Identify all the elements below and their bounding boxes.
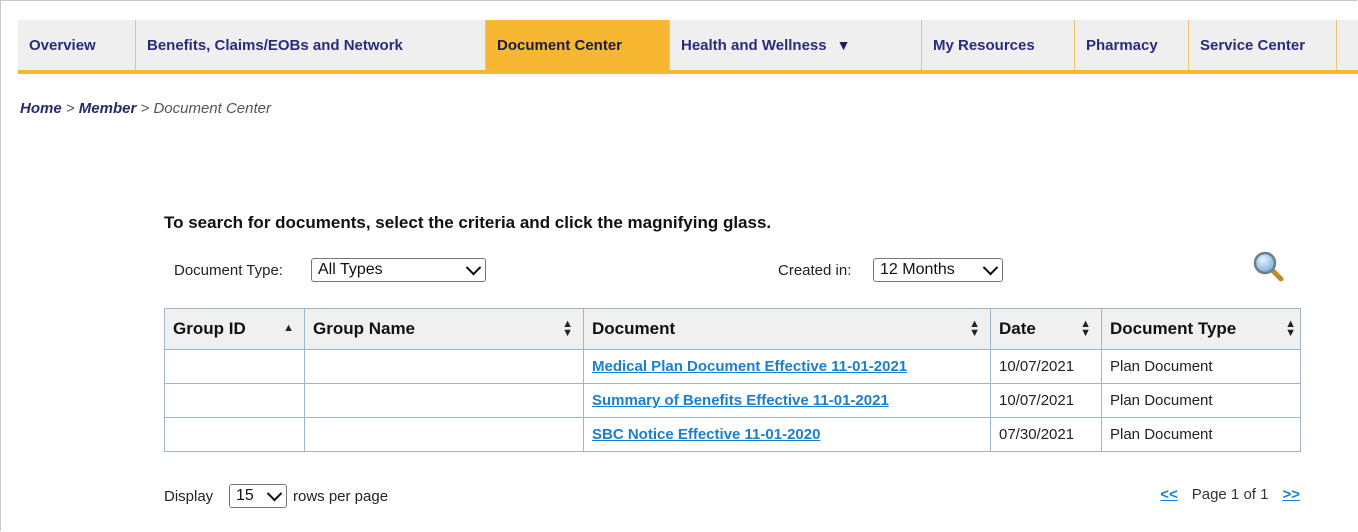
cell-group-name [304, 417, 584, 452]
column-header-document-type[interactable]: Document Type ▲ ▼ [1101, 308, 1301, 350]
cell-group-name [304, 349, 584, 384]
breadcrumb-member-link[interactable]: Member [79, 100, 137, 117]
cell-document-type: Plan Document [1101, 417, 1301, 452]
breadcrumb-current: Document Center [153, 100, 271, 117]
pagination: << Page 1 of 1 >> [1160, 486, 1300, 503]
nav-my-resources[interactable]: My Resources [922, 20, 1075, 70]
created-in-select[interactable]: 12 Months [873, 258, 1003, 282]
document-type-value: All Types [318, 261, 383, 278]
sort-icon: ▲ ▼ [1080, 318, 1091, 339]
document-link[interactable]: Medical Plan Document Effective 11-01-20… [592, 358, 907, 375]
cell-date: 10/07/2021 [990, 349, 1102, 384]
main-nav: Overview Benefits, Claims/EOBs and Netwo… [18, 20, 1358, 74]
cell-group-id [164, 349, 305, 384]
sort-ascending-icon: ▲ [283, 322, 294, 334]
sort-icon: ▲ ▼ [562, 318, 573, 339]
search-instructions: To search for documents, select the crit… [164, 213, 772, 232]
chevron-down-icon [982, 259, 999, 275]
cell-group-id [164, 417, 305, 452]
cell-document-type: Plan Document [1101, 349, 1301, 384]
cell-document: Summary of Benefits Effective 11-01-2021 [583, 383, 991, 418]
header-label: Document [592, 319, 676, 338]
rows-per-page-label: rows per page [293, 488, 389, 505]
documents-table: Group ID ▲ Group Name ▲ ▼ Document ▲ ▼ Date ▲ ▼… [164, 308, 1301, 452]
cell-date: 07/30/2021 [990, 417, 1102, 452]
column-header-group-id[interactable]: Group ID ▲ [164, 308, 305, 350]
nav-label: Pharmacy [1086, 36, 1158, 54]
nav-label: Overview [29, 36, 96, 54]
nav-label: Service Center [1200, 36, 1306, 54]
previous-page-link[interactable]: << [1160, 486, 1178, 503]
cell-group-name [304, 383, 584, 418]
column-header-group-name[interactable]: Group Name ▲ ▼ [304, 308, 584, 350]
breadcrumb: Home > Member > Document Center [20, 100, 271, 117]
column-header-date[interactable]: Date ▲ ▼ [990, 308, 1102, 350]
page-indicator: Page 1 of 1 [1191, 486, 1269, 503]
breadcrumb-home-link[interactable]: Home [20, 100, 62, 117]
header-label: Group Name [313, 319, 416, 338]
chevron-down-icon [266, 485, 283, 501]
chevron-down-icon [465, 259, 482, 275]
rows-per-page-select[interactable]: 15 [229, 484, 287, 508]
display-label: Display [164, 488, 214, 505]
column-header-document[interactable]: Document ▲ ▼ [583, 308, 991, 350]
rows-per-page-value: 15 [236, 487, 254, 504]
document-type-select[interactable]: All Types [311, 258, 486, 282]
triangle-down-icon: ▼ [836, 37, 851, 53]
nav-document-center[interactable]: Document Center [486, 20, 670, 70]
header-label: Date [999, 319, 1036, 338]
nav-health-wellness[interactable]: Health and Wellness ▼ [670, 20, 922, 70]
cell-document-type: Plan Document [1101, 383, 1301, 418]
table-header-row: Group ID ▲ Group Name ▲ ▼ Document ▲ ▼ Date ▲ ▼… [164, 308, 1301, 350]
table-row: Medical Plan Document Effective 11-01-20… [164, 349, 1301, 384]
sort-icon: ▲ ▼ [1285, 318, 1296, 339]
table-row: SBC Notice Effective 11-01-2020 07/30/20… [164, 417, 1301, 452]
nav-label: Health and Wellness [681, 36, 827, 54]
cell-document: SBC Notice Effective 11-01-2020 [583, 417, 991, 452]
document-type-label: Document Type: [174, 262, 283, 279]
next-page-link[interactable]: >> [1282, 486, 1300, 503]
sort-icon: ▲ ▼ [969, 318, 980, 339]
breadcrumb-separator: > [136, 100, 154, 117]
nav-label: Benefits, Claims/EOBs and Network [147, 36, 403, 54]
nav-overview[interactable]: Overview [18, 20, 136, 70]
cell-date: 10/07/2021 [990, 383, 1102, 418]
nav-label: Document Center [497, 36, 623, 54]
cell-document: Medical Plan Document Effective 11-01-20… [583, 349, 991, 384]
header-label: Group ID [173, 319, 246, 338]
breadcrumb-separator: > [61, 100, 79, 117]
nav-label: My Resources [933, 36, 1035, 54]
cell-group-id [164, 383, 305, 418]
magnifying-glass-icon[interactable] [1252, 250, 1284, 282]
header-label: Document Type [1110, 319, 1237, 338]
nav-service-center[interactable]: Service Center [1189, 20, 1337, 70]
document-link[interactable]: SBC Notice Effective 11-01-2020 [592, 426, 820, 443]
nav-benefits-claims[interactable]: Benefits, Claims/EOBs and Network [136, 20, 486, 70]
table-row: Summary of Benefits Effective 11-01-2021… [164, 383, 1301, 418]
created-in-label: Created in: [778, 262, 852, 279]
created-in-value: 12 Months [880, 261, 955, 278]
document-link[interactable]: Summary of Benefits Effective 11-01-2021 [592, 392, 889, 409]
nav-pharmacy[interactable]: Pharmacy [1075, 20, 1189, 70]
